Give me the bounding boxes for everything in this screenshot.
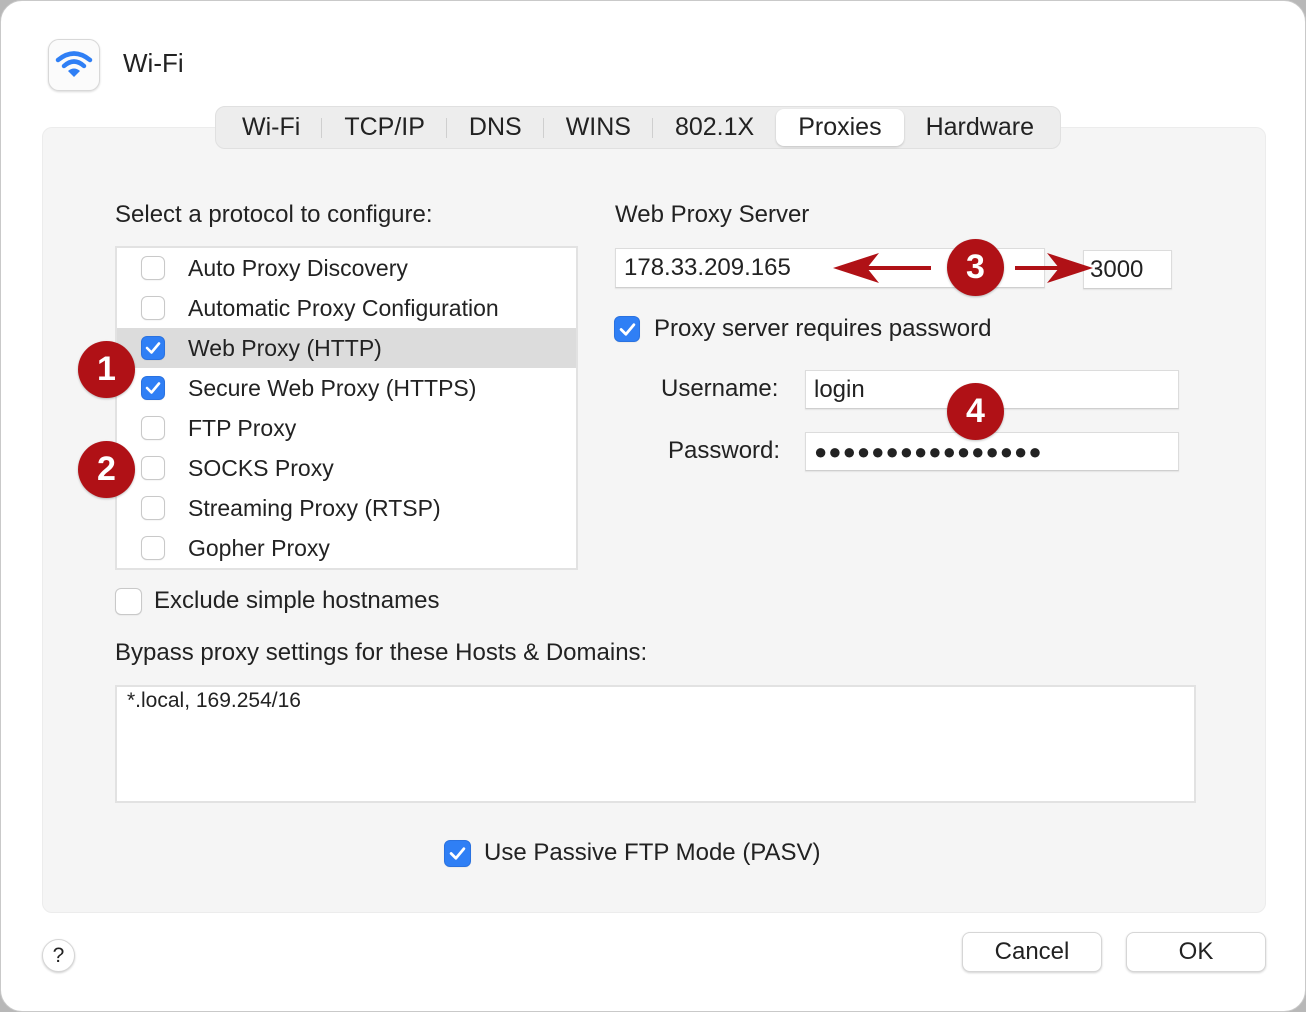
passive-ftp-label: Use Passive FTP Mode (PASV)	[484, 839, 821, 866]
requires-password-label: Proxy server requires password	[654, 315, 992, 342]
protocol-label: Web Proxy (HTTP)	[188, 334, 382, 361]
checkmark-icon	[619, 322, 635, 336]
ok-button[interactable]: OK	[1126, 932, 1266, 972]
server-heading: Web Proxy Server	[615, 201, 810, 228]
passive-ftp-option[interactable]: Use Passive FTP Mode (PASV)	[444, 839, 821, 867]
tab-8021x[interactable]: 802.1X	[653, 109, 776, 146]
protocol-row-web-http[interactable]: Web Proxy (HTTP)	[117, 328, 576, 368]
protocol-row-gopher[interactable]: Gopher Proxy	[117, 528, 576, 568]
requires-password-checkbox[interactable]	[614, 316, 640, 342]
arrow-left-icon	[833, 253, 931, 283]
annotation-badge-4: 4	[947, 383, 1004, 440]
protocol-checkbox[interactable]	[141, 496, 165, 520]
exclude-simple-option[interactable]: Exclude simple hostnames	[115, 587, 439, 615]
bypass-label: Bypass proxy settings for these Hosts & …	[115, 639, 648, 666]
protocol-label: Auto Proxy Discovery	[188, 254, 408, 281]
protocol-label: Gopher Proxy	[188, 534, 330, 561]
wifi-app-icon	[48, 39, 100, 91]
checkmark-icon	[449, 846, 466, 860]
help-button[interactable]: ?	[42, 939, 75, 972]
annotation-badge-2: 2	[78, 441, 135, 498]
cancel-button[interactable]: Cancel	[962, 932, 1102, 972]
checkmark-icon	[145, 342, 161, 354]
wifi-icon	[55, 51, 93, 77]
protocol-row-ftp[interactable]: FTP Proxy	[117, 408, 576, 448]
protocol-label: Streaming Proxy (RTSP)	[188, 494, 441, 521]
protocol-label: Secure Web Proxy (HTTPS)	[188, 374, 477, 401]
tab-wifi[interactable]: Wi-Fi	[220, 109, 323, 146]
protocol-checkbox[interactable]	[141, 296, 165, 320]
proxy-port-input[interactable]: 3000	[1083, 250, 1172, 289]
arrow-right-icon	[1015, 253, 1093, 283]
protocol-row-secure-https[interactable]: Secure Web Proxy (HTTPS)	[117, 368, 576, 408]
protocol-checkbox[interactable]	[141, 256, 165, 280]
username-label: Username:	[661, 375, 779, 402]
tab-proxies[interactable]: Proxies	[776, 109, 904, 146]
protocol-checkbox[interactable]	[141, 376, 165, 400]
annotation-badge-1: 1	[78, 341, 135, 398]
window-title: Wi-Fi	[123, 48, 184, 78]
checkmark-icon	[145, 382, 161, 394]
tab-wins[interactable]: WINS	[544, 109, 654, 146]
tab-bar: Wi-Fi TCP/IP DNS WINS 802.1X Proxies Har…	[215, 106, 1061, 149]
bypass-textarea[interactable]: *.local, 169.254/16	[115, 685, 1196, 803]
protocol-label: FTP Proxy	[188, 414, 297, 441]
requires-password-option[interactable]: Proxy server requires password	[614, 315, 991, 343]
protocol-label: SOCKS Proxy	[188, 454, 334, 481]
protocol-row-rtsp[interactable]: Streaming Proxy (RTSP)	[117, 488, 576, 528]
tab-tcpip[interactable]: TCP/IP	[322, 109, 447, 146]
exclude-simple-label: Exclude simple hostnames	[154, 587, 440, 614]
protocol-checkbox[interactable]	[141, 336, 165, 360]
password-input[interactable]: ●●●●●●●●●●●●●●●●	[805, 432, 1179, 471]
protocol-row-auto-config[interactable]: Automatic Proxy Configuration	[117, 288, 576, 328]
passive-ftp-checkbox[interactable]	[444, 839, 471, 867]
protocol-label: Automatic Proxy Configuration	[188, 294, 499, 321]
protocol-checkbox[interactable]	[141, 456, 165, 480]
tab-hardware[interactable]: Hardware	[904, 109, 1056, 146]
password-label: Password:	[668, 437, 781, 464]
protocol-row-auto-discovery[interactable]: Auto Proxy Discovery	[117, 248, 576, 288]
protocol-row-socks[interactable]: SOCKS Proxy	[117, 448, 576, 488]
network-settings-dialog: Wi-Fi Wi-Fi TCP/IP DNS WINS 802.1X Proxi…	[0, 0, 1306, 1012]
protocol-heading: Select a protocol to configure:	[115, 201, 433, 228]
protocol-checkbox[interactable]	[141, 536, 165, 560]
tab-dns[interactable]: DNS	[447, 109, 544, 146]
annotation-badge-3: 3	[947, 239, 1004, 296]
protocol-list: Auto Proxy Discovery Automatic Proxy Con…	[115, 246, 578, 570]
exclude-simple-checkbox[interactable]	[115, 587, 142, 615]
protocol-checkbox[interactable]	[141, 416, 165, 440]
